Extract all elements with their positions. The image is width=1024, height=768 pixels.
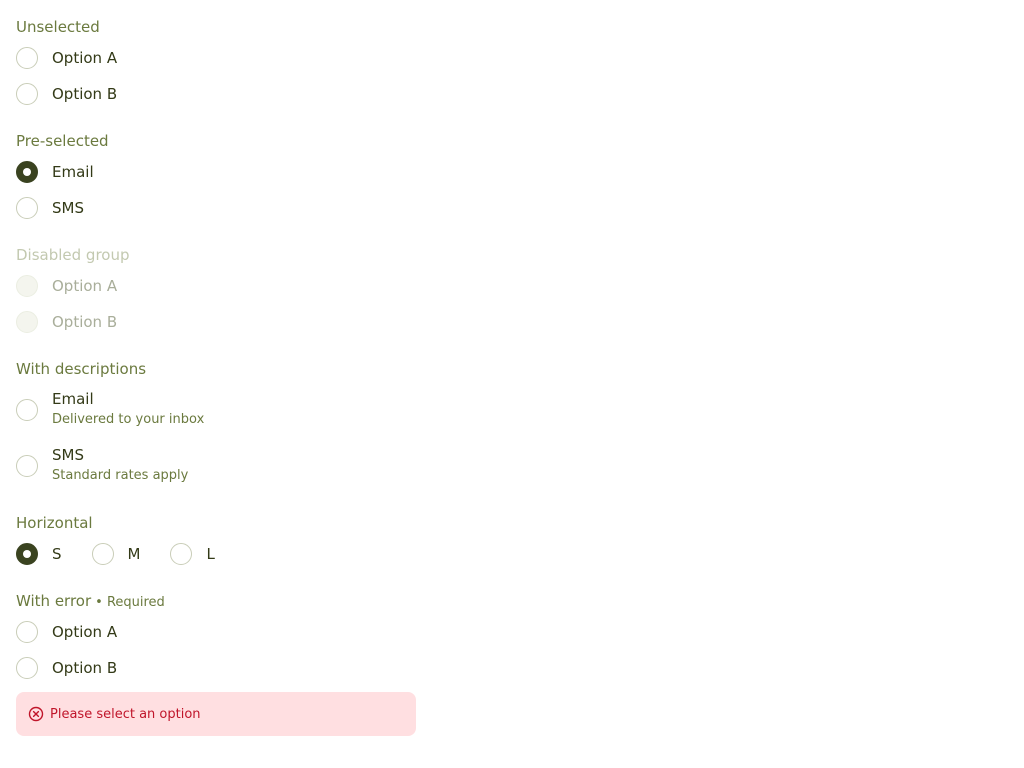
radio-unselected-option-b[interactable]: Option B bbox=[16, 82, 117, 106]
radio-preselected-email[interactable]: Email bbox=[16, 160, 94, 184]
group-legend-unselected: Unselected bbox=[16, 18, 100, 36]
radio-label: Option B bbox=[52, 659, 118, 677]
radio-horizontal-s[interactable]: S bbox=[16, 543, 62, 565]
radio-circle[interactable] bbox=[91, 543, 114, 565]
radio-circle[interactable] bbox=[16, 197, 38, 219]
radio-label: Option A bbox=[52, 277, 118, 295]
radio-circle[interactable] bbox=[16, 47, 38, 69]
radio-horizontal-m[interactable]: M bbox=[91, 543, 141, 565]
radio-horizontal-l[interactable]: L bbox=[170, 543, 215, 565]
radio-description-text: Email Delivered to your inbox bbox=[52, 389, 204, 429]
error-circle-icon bbox=[28, 706, 44, 722]
radio-description-sms[interactable]: SMS Standard rates apply bbox=[16, 445, 188, 485]
radio-preselected-sms[interactable]: SMS bbox=[16, 196, 84, 220]
radio-description: Standard rates apply bbox=[52, 468, 189, 483]
radio-label: SMS bbox=[52, 446, 84, 464]
radio-label: Option A bbox=[52, 49, 118, 67]
error-message-box: Please select an option bbox=[16, 692, 416, 736]
radio-label: Email bbox=[52, 390, 94, 408]
radio-circle-checked[interactable] bbox=[16, 161, 38, 183]
radio-circle-disabled bbox=[16, 275, 38, 297]
radio-circle[interactable] bbox=[16, 83, 38, 105]
radio-label: M bbox=[127, 545, 141, 563]
radio-circle[interactable] bbox=[16, 455, 38, 477]
group-legend-error: With error • Required bbox=[16, 591, 165, 613]
radio-disabled-option-b: Option B bbox=[16, 310, 117, 334]
radio-description: Delivered to your inbox bbox=[52, 412, 205, 427]
radio-circle[interactable] bbox=[16, 621, 38, 643]
required-indicator: • Required bbox=[95, 595, 165, 610]
radio-description-text: SMS Standard rates apply bbox=[52, 445, 188, 485]
radio-circle[interactable] bbox=[16, 657, 38, 679]
radio-label: L bbox=[206, 545, 215, 563]
group-legend-horizontal: Horizontal bbox=[16, 514, 93, 532]
group-legend-disabled: Disabled group bbox=[16, 246, 130, 264]
radio-group-horizontal: S M L bbox=[16, 542, 245, 566]
group-legend-descriptions: With descriptions bbox=[16, 360, 147, 378]
group-legend-preselected: Pre-selected bbox=[16, 132, 109, 150]
radio-unselected-option-a[interactable]: Option A bbox=[16, 46, 117, 70]
radio-circle-disabled bbox=[16, 311, 38, 333]
error-message: Please select an option bbox=[50, 706, 201, 722]
group-legend-error-text: With error bbox=[16, 592, 92, 610]
radio-label: SMS bbox=[52, 199, 84, 217]
radio-circle-checked[interactable] bbox=[16, 543, 38, 565]
radio-label: S bbox=[52, 545, 62, 563]
radio-description-email[interactable]: Email Delivered to your inbox bbox=[16, 389, 204, 429]
radio-label: Option A bbox=[52, 623, 118, 641]
radio-label: Email bbox=[52, 163, 94, 181]
radio-circle[interactable] bbox=[170, 543, 193, 565]
radio-disabled-option-a: Option A bbox=[16, 274, 117, 298]
radio-groups-page: Unselected Option A Option B Pre-selecte… bbox=[0, 0, 1024, 768]
radio-error-option-b[interactable]: Option B bbox=[16, 656, 117, 680]
radio-error-option-a[interactable]: Option A bbox=[16, 620, 117, 644]
radio-circle[interactable] bbox=[16, 399, 38, 421]
radio-label: Option B bbox=[52, 313, 118, 331]
radio-label: Option B bbox=[52, 85, 118, 103]
